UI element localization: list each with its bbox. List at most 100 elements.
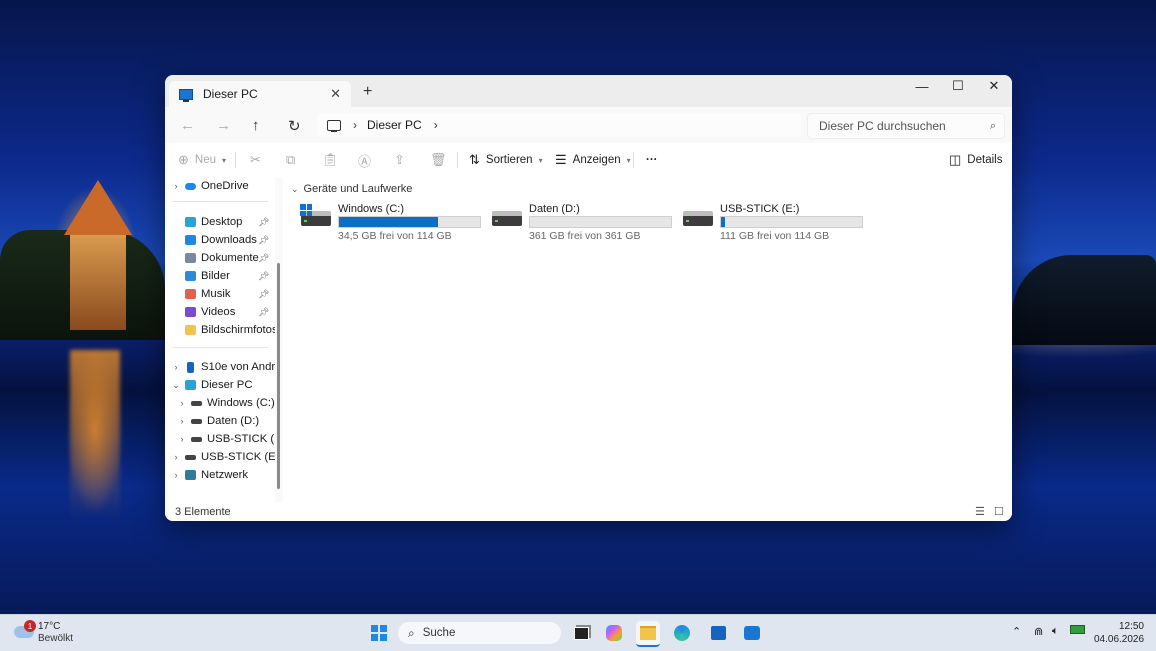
search-icon[interactable]: ⌕	[990, 120, 996, 133]
share-button[interactable]: ⇪	[394, 143, 411, 177]
group-header-drives[interactable]: ⌄ Geräte und Laufwerke	[291, 183, 412, 195]
close-tab-icon[interactable]: ✕	[330, 86, 341, 102]
delete-button[interactable]: 🗑︎	[430, 143, 453, 177]
chevron-right-icon[interactable]: ›	[177, 416, 187, 426]
pin-icon[interactable]: 📌︎	[258, 253, 269, 264]
start-button[interactable]	[367, 621, 391, 645]
sidebar-scrollbar[interactable]	[275, 177, 283, 503]
maximize-button[interactable]: ☐	[940, 75, 976, 97]
chevron-right-icon[interactable]: ›	[177, 398, 187, 408]
battery-icon[interactable]	[1070, 625, 1085, 637]
sidebar-item-dieser-pc[interactable]: ⌄ Dieser PC	[165, 376, 252, 394]
pictures-icon	[185, 271, 196, 281]
view-button[interactable]: ☰ Anzeigen ▾	[555, 143, 631, 177]
phone-icon	[187, 361, 194, 373]
sidebar-item-phone[interactable]: › S10e von Andre	[165, 358, 282, 376]
tab-dieser-pc[interactable]: Dieser PC ✕	[169, 81, 351, 107]
pin-icon[interactable]: 📌︎	[258, 307, 269, 318]
drive-tile[interactable]: USB-STICK (E:) 111 GB frei von 114 GB	[682, 203, 867, 243]
refresh-button[interactable]: ↻	[288, 117, 301, 135]
wallpaper-reflection	[70, 350, 120, 520]
wallpaper-shore-right	[1012, 255, 1156, 345]
sidebar-item-musik[interactable]: Musik 📌︎	[165, 285, 269, 303]
drive-usage-bar	[720, 216, 863, 228]
chevron-right-icon[interactable]: ›	[177, 434, 187, 444]
network-icon	[185, 470, 196, 480]
clock[interactable]: 12:50 04.06.2026	[1094, 620, 1144, 646]
paste-button[interactable]: 📋︎	[322, 143, 345, 177]
sidebar-item-windows-c[interactable]: › Windows (C:)	[165, 394, 275, 412]
chevron-right-icon[interactable]: ›	[171, 452, 181, 462]
sidebar-item-bilder[interactable]: Bilder 📌︎	[165, 267, 269, 285]
drive-tile[interactable]: Windows (C:) 34,5 GB frei von 114 GB	[300, 203, 485, 243]
task-view-button[interactable]	[569, 621, 593, 645]
edge-browser-icon	[674, 625, 690, 641]
sidebar-item-usb-stick-child[interactable]: › USB-STICK (E:)	[165, 430, 289, 448]
copy-button[interactable]: ⧉	[286, 143, 301, 177]
weather-condition: Bewölkt	[38, 633, 74, 644]
address-bar[interactable]: › Dieser PC ›	[317, 113, 801, 137]
taskbar-search[interactable]: ⌕ Suche	[398, 622, 561, 644]
sidebar-item-label: Videos	[201, 306, 236, 318]
chevron-down-icon[interactable]: ⌄	[171, 380, 181, 391]
details-button[interactable]: ◫ Details	[949, 143, 1002, 177]
chevron-down-icon: ▾	[222, 155, 227, 165]
rename-button[interactable]: Ⓐ	[358, 143, 377, 177]
store-button[interactable]	[706, 621, 730, 645]
sidebar-item-dokumente[interactable]: Dokumente 📌︎	[165, 249, 269, 267]
sort-button[interactable]: ⇅ Sortieren ▾	[469, 143, 543, 177]
sidebar-item-desktop[interactable]: Desktop 📌︎	[165, 213, 269, 231]
search-box[interactable]: ⌕	[807, 113, 1005, 139]
sidebar-item-label: USB-STICK (E:)	[201, 451, 283, 463]
search-input[interactable]	[817, 118, 981, 134]
chevron-right-icon[interactable]: ›	[171, 181, 181, 191]
details-view-icon[interactable]: ☰	[975, 505, 985, 518]
outlook-button[interactable]	[740, 621, 764, 645]
wifi-icon[interactable]: ⋒	[1034, 625, 1043, 638]
minimize-button[interactable]: —	[904, 75, 940, 97]
tab-label: Dieser PC	[203, 87, 258, 101]
weather-widget[interactable]: 1 17°C Bewölkt	[14, 620, 94, 646]
file-explorer-taskbar-button[interactable]	[636, 621, 660, 647]
video-icon	[185, 307, 196, 317]
sidebar-item-label: Bilder	[201, 270, 230, 282]
copy-icon: ⧉	[286, 152, 296, 167]
volume-icon[interactable]: 🔈︎	[1052, 625, 1059, 638]
pin-icon[interactable]: 📌︎	[258, 217, 269, 228]
divider	[173, 347, 268, 348]
up-button[interactable]: ↑	[252, 117, 260, 134]
edge-button[interactable]	[670, 621, 694, 645]
sidebar-item-netzwerk[interactable]: › Netzwerk	[165, 466, 249, 484]
sidebar-item-onedrive[interactable]: › OneDrive	[165, 177, 249, 195]
sidebar-item-daten-d[interactable]: › Daten (D:)	[165, 412, 260, 430]
chevron-right-icon[interactable]: ›	[171, 470, 181, 480]
usb-drive-icon	[191, 436, 202, 442]
drive-tile[interactable]: Daten (D:) 361 GB frei von 361 GB	[491, 203, 676, 243]
chevron-right-icon[interactable]: ›	[171, 362, 181, 372]
copilot-button[interactable]	[602, 621, 626, 645]
new-button[interactable]: ⊕ Neu ▾	[178, 143, 226, 177]
sidebar-item-usb-stick[interactable]: › USB-STICK (E:)	[165, 448, 283, 466]
tiles-view-icon[interactable]: ☐	[994, 505, 1004, 518]
plus-circle-icon: ⊕	[178, 152, 189, 167]
scrollbar-thumb[interactable]	[277, 263, 280, 489]
sidebar-item-bildschirmfotos[interactable]: Bildschirmfotos	[165, 321, 278, 339]
back-button[interactable]: ←	[180, 117, 195, 134]
pin-icon[interactable]: 📌︎	[258, 271, 269, 282]
pin-icon[interactable]: 📌︎	[258, 289, 269, 300]
chevron-right-icon[interactable]: ›	[353, 118, 357, 132]
chevron-right-icon[interactable]: ›	[434, 118, 438, 132]
cut-button[interactable]: ✂	[250, 143, 267, 177]
new-tab-button[interactable]: +	[363, 83, 372, 101]
breadcrumb-dieser-pc[interactable]: Dieser PC	[367, 118, 422, 132]
sidebar-item-downloads[interactable]: Downloads 📌︎	[165, 231, 269, 249]
show-hidden-icons-chevron-up-icon[interactable]: ⌃	[1012, 625, 1021, 638]
close-window-button[interactable]: ✕	[976, 75, 1012, 97]
chevron-down-icon[interactable]: ⌄	[291, 184, 299, 195]
drive-name: USB-STICK (E:)	[720, 203, 800, 215]
more-options-button[interactable]: ···	[646, 143, 658, 177]
pin-icon[interactable]: 📌︎	[258, 235, 269, 246]
sidebar-item-videos[interactable]: Videos 📌︎	[165, 303, 269, 321]
folder-icon	[640, 626, 656, 640]
forward-button[interactable]: →	[216, 117, 231, 134]
